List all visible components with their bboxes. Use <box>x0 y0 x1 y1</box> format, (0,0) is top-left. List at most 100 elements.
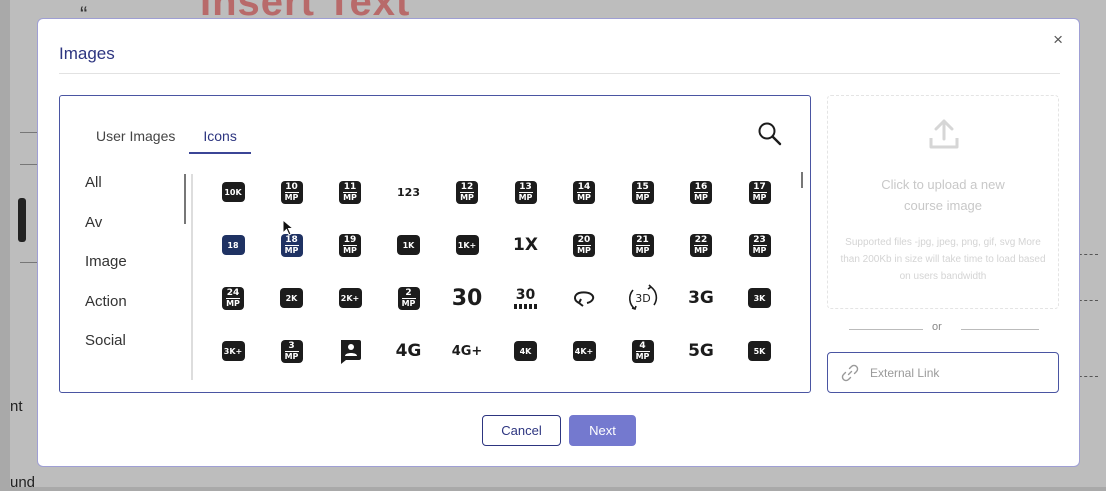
17mp-glyph: 17 MP <box>748 180 771 204</box>
upload-dropzone[interactable]: Click to upload a new course image Suppo… <box>827 95 1059 309</box>
3k-glyph: 3K <box>748 288 771 308</box>
link-icon <box>841 364 859 387</box>
category-list: All Av Image Action Social <box>85 174 185 372</box>
18-up-rating-glyph: 18 <box>221 235 245 255</box>
5g-icon[interactable]: 5G <box>675 331 727 371</box>
12mp-glyph: 12 MP <box>456 180 478 204</box>
upload-hint: Supported files -jpg, jpeg, png, gif, sv… <box>840 237 1046 282</box>
1k-icon[interactable]: 1K <box>383 225 435 265</box>
4g-plus-mobiledata-icon[interactable]: 4G+ <box>441 331 493 371</box>
24mp-glyph: 24 MP <box>222 286 244 310</box>
upload-instruction: Click to upload a new course image <box>881 177 1005 213</box>
category-social[interactable]: Social <box>85 332 185 372</box>
background-text: und <box>10 474 36 491</box>
mouse-pointer-icon <box>282 218 295 242</box>
30fps-glyph: 30 <box>451 285 483 311</box>
3g-mobiledata-glyph: 3G <box>688 288 714 308</box>
24mp-icon[interactable]: 24 MP <box>207 278 259 318</box>
5k-glyph: 5K <box>748 341 771 361</box>
3d-rotation-glyph: 3D <box>628 284 657 311</box>
16mp-icon[interactable]: 16 MP <box>675 172 727 212</box>
next-button[interactable]: Next <box>569 415 636 446</box>
14mp-icon[interactable]: 14 MP <box>558 172 610 212</box>
tab-bar: User Images Icons <box>82 124 251 154</box>
360-icon[interactable] <box>558 278 610 318</box>
13mp-icon[interactable]: 13 MP <box>500 172 552 212</box>
background-block <box>18 198 26 242</box>
3k-icon[interactable]: 3K <box>734 278 786 318</box>
3k-plus-icon[interactable]: 3K+ <box>207 331 259 371</box>
1x-mobiledata-icon[interactable]: 1X <box>500 225 552 265</box>
15mp-glyph: 15 MP <box>631 180 654 204</box>
title-divider <box>59 73 1060 74</box>
3mp-glyph: 3 MP <box>280 339 303 363</box>
2k-plus-glyph: 2K+ <box>338 288 362 308</box>
search-icon[interactable] <box>757 121 783 152</box>
background-text: nt <box>10 398 23 415</box>
category-action[interactable]: Action <box>85 293 185 333</box>
4g-mobiledata-icon[interactable]: 4G <box>383 331 435 371</box>
17mp-icon[interactable]: 17 MP <box>734 172 786 212</box>
4k-plus-glyph: 4K+ <box>572 341 596 361</box>
19mp-glyph: 19 MP <box>339 233 361 257</box>
12mp-icon[interactable]: 12 MP <box>441 172 493 212</box>
account-box-glyph <box>341 340 361 364</box>
13mp-glyph: 13 MP <box>514 180 537 204</box>
10mp-icon[interactable]: 10 MP <box>266 172 318 212</box>
upload-icon <box>926 116 962 157</box>
10mp-glyph: 10 MP <box>280 180 303 204</box>
19mp-icon[interactable]: 19 MP <box>324 225 376 265</box>
22mp-icon[interactable]: 22 MP <box>675 225 727 265</box>
2k-icon[interactable]: 2K <box>266 278 318 318</box>
30fps-select-icon[interactable]: 30 <box>500 278 552 318</box>
23mp-icon[interactable]: 23 MP <box>734 225 786 265</box>
category-scrollbar[interactable] <box>184 174 186 224</box>
svg-text:3D: 3D <box>635 292 650 305</box>
external-link-label: External Link <box>870 366 940 380</box>
category-all[interactable]: All <box>85 174 185 214</box>
cancel-button[interactable]: Cancel <box>482 415 561 446</box>
5k-icon[interactable]: 5K <box>734 331 786 371</box>
tab-user-images[interactable]: User Images <box>82 124 189 154</box>
16mp-glyph: 16 MP <box>690 180 712 204</box>
category-av[interactable]: Av <box>85 214 185 254</box>
1k-plus-icon[interactable]: 1K+ <box>441 225 493 265</box>
23mp-glyph: 23 MP <box>748 233 771 257</box>
3d-rotation-icon[interactable]: 3D <box>617 278 669 318</box>
account-box-icon[interactable] <box>324 331 376 371</box>
123-icon[interactable]: 123 <box>383 172 435 212</box>
external-link-field[interactable]: External Link <box>827 352 1059 393</box>
category-divider <box>191 174 193 380</box>
modal-title: Images <box>59 44 115 63</box>
2k-plus-icon[interactable]: 2K+ <box>324 278 376 318</box>
123-glyph: 123 <box>397 185 420 199</box>
30fps-select-glyph: 30 <box>513 288 538 309</box>
1k-plus-glyph: 1K+ <box>455 235 479 255</box>
20mp-glyph: 20 MP <box>573 233 595 257</box>
3g-mobiledata-icon[interactable]: 3G <box>675 278 727 318</box>
30fps-icon[interactable]: 30 <box>441 278 493 318</box>
close-icon[interactable]: × <box>1053 31 1063 48</box>
11mp-icon[interactable]: 11 MP <box>324 172 376 212</box>
4g-plus-mobiledata-glyph: 4G+ <box>451 343 483 359</box>
3mp-icon[interactable]: 3 MP <box>266 331 318 371</box>
2mp-icon[interactable]: 2 MP <box>383 278 435 318</box>
21mp-icon[interactable]: 21 MP <box>617 225 669 265</box>
360-glyph <box>574 291 595 307</box>
4g-mobiledata-glyph: 4G <box>395 341 422 361</box>
20mp-icon[interactable]: 20 MP <box>558 225 610 265</box>
4k-plus-icon[interactable]: 4K+ <box>558 331 610 371</box>
category-image[interactable]: Image <box>85 253 185 293</box>
tab-icons[interactable]: Icons <box>189 124 251 154</box>
icon-grid-scrollbar[interactable] <box>801 172 803 188</box>
10k-glyph: 10K <box>221 182 245 202</box>
11mp-glyph: 11 MP <box>339 180 361 204</box>
4mp-icon[interactable]: 4 MP <box>617 331 669 371</box>
image-library-panel: User Images Icons All Av Image Action So… <box>59 95 811 393</box>
4k-icon[interactable]: 4K <box>500 331 552 371</box>
1x-mobiledata-glyph: 1X <box>513 235 538 255</box>
18-up-rating-icon[interactable]: 18 <box>207 225 259 265</box>
22mp-glyph: 22 MP <box>690 233 712 257</box>
10k-icon[interactable]: 10K <box>207 172 259 212</box>
15mp-icon[interactable]: 15 MP <box>617 172 669 212</box>
